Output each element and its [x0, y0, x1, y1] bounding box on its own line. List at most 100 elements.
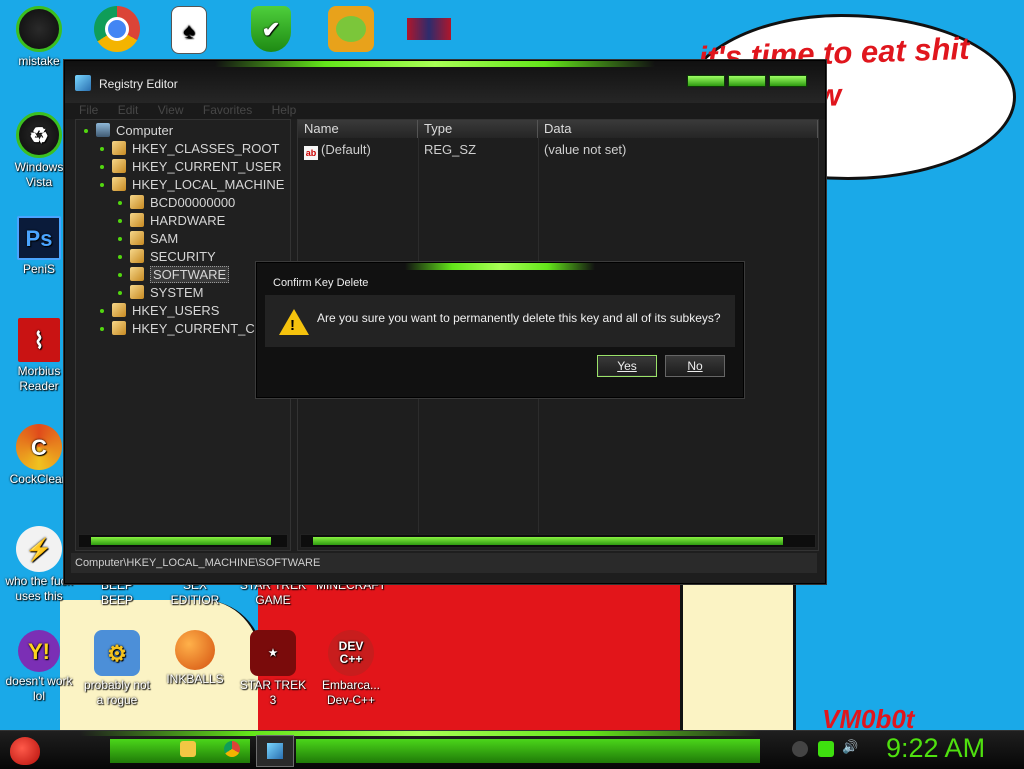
computer-icon [96, 123, 110, 137]
recycle-bin-icon: ♻ [16, 112, 62, 158]
status-bar-path: Computer\HKEY_LOCAL_MACHINE\SOFTWARE [71, 553, 817, 573]
values-hscrollbar[interactable] [300, 534, 816, 548]
tree-item-hkcr[interactable]: HKEY_CLASSES_ROOT [100, 140, 279, 158]
dialog-glow [405, 263, 595, 270]
value-row-data: (value not set) [544, 142, 627, 157]
desktop-icon-security[interactable]: ✔ [232, 6, 310, 54]
tree-hscrollbar[interactable] [78, 534, 288, 548]
taskbar: 🔊 9:22 AM [0, 730, 1024, 769]
tray-chevron-icon[interactable] [792, 741, 808, 757]
desktop-icon-label: doesn't work lol [5, 674, 73, 703]
start-button[interactable] [6, 733, 46, 767]
value-row-type: REG_SZ [424, 142, 477, 157]
solitaire-icon: ♠ [171, 6, 207, 54]
dialog-body: ! Are you sure you want to permanently d… [265, 295, 735, 347]
tree-item-bcd[interactable]: BCD00000000 [118, 194, 235, 212]
registry-titlebar[interactable]: Registry Editor [65, 61, 825, 103]
taskbar-clock[interactable]: 9:22 AM [886, 733, 985, 764]
menu-file[interactable]: File [79, 103, 98, 117]
yes-button[interactable]: Yes [597, 355, 657, 377]
desktop-icon-solitaire[interactable]: ♠ [150, 6, 228, 56]
photoshop-icon: Ps [17, 216, 61, 260]
window-controls [687, 75, 807, 87]
shield-check-icon: ✔ [251, 6, 291, 52]
tree-item-software[interactable]: SOFTWARE [118, 266, 230, 284]
yahoo-messenger-icon: Y! [18, 630, 60, 672]
tree-item-hku[interactable]: HKEY_USERS [100, 302, 219, 320]
wallpaper-cream-shape [680, 584, 796, 734]
confirm-delete-dialog: Confirm Key Delete ! Are you sure you wa… [256, 262, 744, 398]
folder-icon [112, 159, 126, 173]
tree-item-computer[interactable]: Computer [84, 122, 173, 140]
column-data-header[interactable]: Data [538, 120, 818, 138]
window-title: Registry Editor [99, 77, 178, 91]
folder-icon [130, 249, 144, 263]
tray-volume-icon[interactable]: 🔊 [842, 739, 858, 755]
folder-open-icon [112, 177, 126, 191]
minimize-button[interactable] [687, 75, 725, 87]
folder-icon [130, 213, 144, 227]
no-button[interactable]: No [665, 355, 725, 377]
column-type-header[interactable]: Type [418, 120, 538, 138]
taskbar-glow [80, 731, 760, 736]
dialog-message: Are you sure you want to permanently del… [317, 311, 721, 325]
tree-item-security[interactable]: SECURITY [118, 248, 216, 266]
desktop-icon-winrar[interactable] [390, 6, 468, 54]
star-trek-icon: ★ [250, 630, 296, 676]
menu-help[interactable]: Help [272, 103, 297, 117]
tree-item-system[interactable]: SYSTEM [118, 284, 203, 302]
desktop-icon-devcpp[interactable]: DEV C++ Embarca... Dev-C++ [312, 630, 390, 708]
folder-icon [112, 303, 126, 317]
ccleaner-icon: C [16, 424, 62, 470]
folder-icon [130, 267, 144, 281]
inkball-icon [175, 630, 215, 670]
devcpp-icon: DEV C++ [328, 630, 374, 676]
desktop-icon-probably-not-rogue[interactable]: ⚙ probably not a rogue [78, 630, 156, 708]
pdf-reader-icon: ⌇ [18, 318, 60, 362]
string-value-icon: ab [304, 146, 318, 160]
menu-edit[interactable]: Edit [118, 103, 139, 117]
desktop-icon-chrome[interactable] [78, 6, 156, 54]
maximize-button[interactable] [728, 75, 766, 87]
menu-view[interactable]: View [158, 103, 184, 117]
dialog-title: Confirm Key Delete [273, 277, 369, 289]
taskbar-green-bar [296, 739, 760, 763]
titlebar-glow [215, 61, 655, 67]
desktop-icon-label: STAR TREK 3 [239, 678, 307, 707]
angry-birds-pig-icon [328, 6, 374, 52]
tree-item-sam[interactable]: SAM [118, 230, 178, 248]
tray-network-icon[interactable] [818, 741, 834, 757]
explorer-icon[interactable] [180, 741, 196, 757]
registry-app-icon [75, 75, 91, 91]
menu-bar: File Edit View Favorites Help [65, 103, 825, 119]
folder-icon [112, 321, 126, 335]
desktop-icon-angry-birds[interactable] [312, 6, 390, 54]
desktop-icon-star-trek-3[interactable]: ★ STAR TREK 3 [234, 630, 312, 708]
value-row-name[interactable]: ab (Default) [304, 142, 371, 160]
column-name-header[interactable]: Name [298, 120, 418, 138]
green-orb-icon [16, 6, 62, 52]
lightning-icon: ⚡ [16, 526, 62, 572]
tree-item-hklm[interactable]: HKEY_LOCAL_MACHINE [100, 176, 284, 194]
angry-bird-icon [10, 737, 40, 765]
folder-icon [130, 195, 144, 209]
desktop-icon-yahoo[interactable]: Y! doesn't work lol [0, 630, 78, 704]
tree-item-hkcu[interactable]: HKEY_CURRENT_USER [100, 158, 282, 176]
warning-mark: ! [290, 317, 295, 334]
registry-taskbar-icon [267, 743, 283, 759]
desktop-icon-label: INKBALLS [166, 672, 224, 686]
desktop-icon-label: probably not a rogue [83, 678, 151, 707]
desktop-icon-inkballs[interactable]: INKBALLS [156, 630, 234, 687]
scroll-thumb[interactable] [313, 537, 783, 545]
scroll-thumb[interactable] [91, 537, 271, 545]
desktop-icon-label: Embarca... Dev-C++ [321, 678, 381, 707]
taskbar-button-registry[interactable] [256, 735, 294, 767]
tree-item-hardware[interactable]: HARDWARE [118, 212, 225, 230]
gears-icon: ⚙ [94, 630, 140, 676]
close-button[interactable] [769, 75, 807, 87]
folder-icon [130, 285, 144, 299]
menu-favorites[interactable]: Favorites [203, 103, 252, 117]
folder-icon [130, 231, 144, 245]
winrar-icon [406, 6, 452, 52]
chrome-taskbar-icon[interactable] [224, 741, 240, 757]
